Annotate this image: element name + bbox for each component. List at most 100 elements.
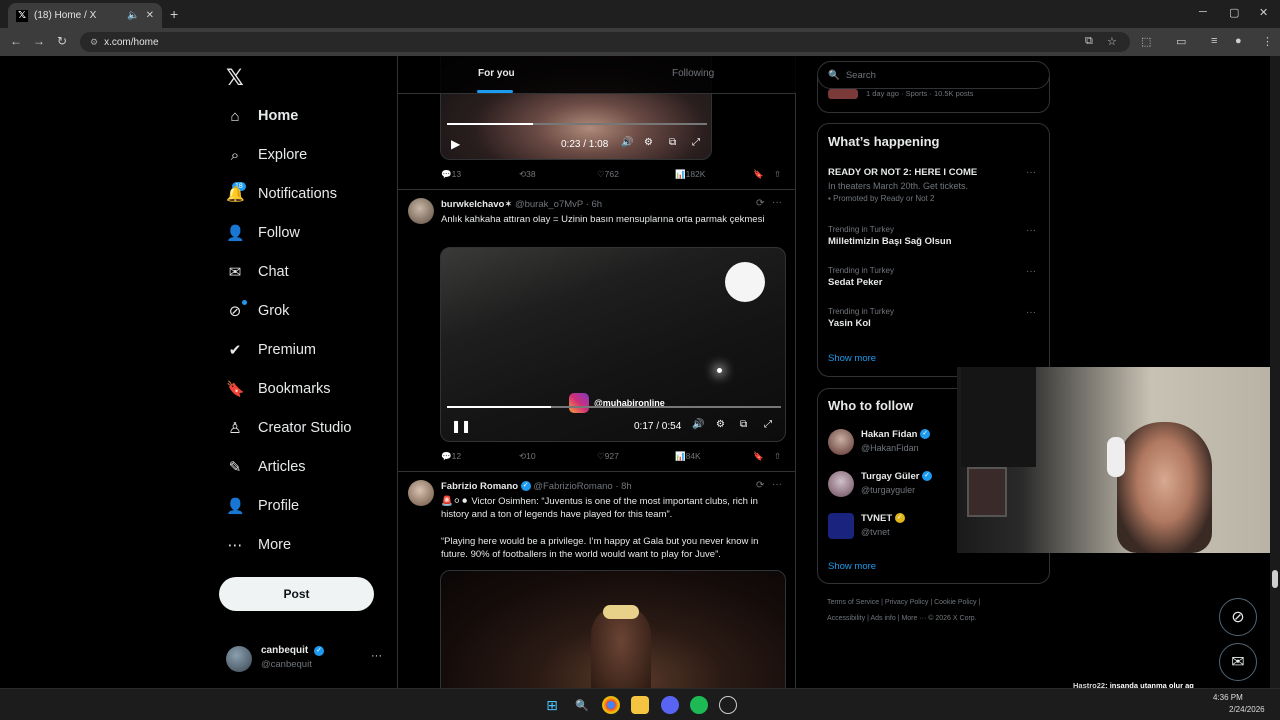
trend-item[interactable]: Trending in Turkey Sedat Peker ··· [828, 266, 1038, 288]
reply-button[interactable]: 💬 13 [441, 169, 461, 180]
views-button[interactable]: 📊 84K [675, 451, 701, 462]
tweet-avatar[interactable] [408, 480, 434, 506]
app-icon[interactable] [719, 696, 737, 714]
grok-explain-icon[interactable]: ⟳ [756, 480, 764, 491]
taskbar-search-icon[interactable]: 🔍 [573, 696, 591, 714]
play-icon[interactable]: ▶ [451, 137, 460, 151]
tweet-more-icon[interactable]: ··· [772, 479, 782, 490]
settings-icon[interactable]: ⚙ [716, 419, 725, 430]
nav-item-bookmarks[interactable]: 🔖 Bookmarks [226, 374, 331, 404]
x-logo-icon[interactable]: 𝕏 [226, 65, 244, 91]
tweet-time[interactable]: · 6h [586, 199, 602, 210]
video-progress-bar[interactable] [447, 406, 781, 408]
pip-icon[interactable]: ⧉ [669, 137, 676, 148]
fullscreen-icon[interactable]: ⤢ [764, 419, 772, 430]
reload-icon[interactable]: ↻ [57, 34, 67, 48]
clock-time[interactable]: 4:36 PM [1213, 693, 1243, 702]
trend-item[interactable]: Trending in Turkey Milletimizin Başı Sağ… [828, 225, 1038, 247]
forward-icon[interactable]: → [33, 34, 45, 48]
nav-item-explore[interactable]: ⌕ Explore [226, 140, 307, 170]
nav-item-chat[interactable]: ✉ Chat [226, 257, 289, 287]
tweet-author-handle[interactable]: @burak_o7MvP [515, 199, 583, 210]
file-explorer-icon[interactable] [631, 696, 649, 714]
pip-icon[interactable]: ⧉ [740, 419, 747, 430]
grok-explain-icon[interactable]: ⟳ [756, 198, 764, 209]
browser-menu-icon[interactable]: ⋮ [1262, 35, 1273, 48]
trend-item[interactable]: READY OR NOT 2: HERE I COME In theaters … [828, 167, 1038, 203]
trend-item[interactable]: Trending in Turkey Yasin Kol ··· [828, 307, 1038, 329]
speaker-icon[interactable]: 🔈 [127, 10, 139, 21]
media-icon[interactable]: ≡ [1211, 35, 1217, 47]
repost-button[interactable]: ⟲ 38 [519, 169, 536, 180]
maximize-button[interactable]: ▢ [1229, 6, 1239, 19]
trend-more-icon[interactable]: ··· [1026, 225, 1036, 236]
nav-item-follow[interactable]: 👤 Follow [226, 218, 300, 248]
browser-tab[interactable]: 𝕏 (18) Home / X 🔈 ✕ [8, 3, 162, 28]
back-icon[interactable]: ← [10, 34, 22, 48]
scrollbar-thumb[interactable] [1272, 570, 1278, 588]
follow-show-more-link[interactable]: Show more [828, 561, 876, 572]
trend-more-icon[interactable]: ··· [1026, 266, 1036, 277]
grok-fab-icon[interactable]: ⊘ [1219, 598, 1257, 636]
nav-item-premium[interactable]: ✔ Premium [226, 335, 316, 365]
extensions-icon[interactable]: ⬚ [1141, 35, 1151, 48]
nav-item-profile[interactable]: 👤 Profile [226, 491, 299, 521]
close-window-button[interactable]: ✕ [1259, 6, 1268, 19]
tab-close-icon[interactable]: ✕ [146, 10, 154, 21]
tweet-video[interactable]: @muhabironline ❚❚ 0:17 / 0:54 🔊 ⚙ ⧉ ⤢ [440, 247, 786, 442]
account-more-icon[interactable]: ··· [371, 650, 382, 662]
trend-more-icon[interactable]: ··· [1026, 307, 1036, 318]
site-info-icon[interactable]: ⚙ [90, 37, 98, 48]
bookmark-icon[interactable]: 🔖 [753, 169, 764, 180]
tweet-image[interactable] [440, 570, 786, 688]
nav-item-home[interactable]: ⌂ Home [226, 101, 298, 131]
nav-item-grok[interactable]: ⊘ Grok [226, 296, 290, 326]
volume-icon[interactable]: 🔊 [621, 137, 633, 148]
volume-icon[interactable]: 🔊 [692, 419, 704, 430]
bookmark-icon[interactable]: 🔖 [753, 451, 764, 462]
follow-suggestion[interactable]: Turgay Güler ✓ @turgayguler [828, 471, 958, 499]
post-button[interactable]: Post [219, 577, 374, 611]
footer-links[interactable]: Accessibility | Ads info | More ··· © 20… [827, 615, 977, 622]
views-button[interactable]: 📊 182K [675, 169, 705, 180]
repost-button[interactable]: ⟲ 10 [519, 451, 536, 462]
pause-icon[interactable]: ❚❚ [451, 419, 471, 433]
follow-suggestion[interactable]: TVNET ✓ @tvnet [828, 513, 958, 541]
trends-show-more-link[interactable]: Show more [828, 353, 876, 364]
address-bar[interactable]: ⚙ x.com/home [80, 32, 1130, 52]
minimize-button[interactable]: ─ [1199, 6, 1207, 18]
nav-item-articles[interactable]: ✎ Articles [226, 452, 306, 482]
like-button[interactable]: ♡ 762 [597, 169, 619, 180]
nav-item-creator-studio[interactable]: ♙ Creator Studio [226, 413, 351, 443]
bookmark-star-icon[interactable]: ☆ [1107, 35, 1117, 48]
split-view-icon[interactable]: ▭ [1176, 35, 1186, 48]
fullscreen-icon[interactable]: ⤢ [692, 137, 700, 148]
trend-more-icon[interactable]: ··· [1026, 167, 1036, 178]
messages-fab-icon[interactable]: ✉ [1219, 643, 1257, 681]
chrome-icon[interactable] [602, 696, 620, 714]
tweet-avatar[interactable] [408, 198, 434, 224]
nav-item-notifications[interactable]: 🔔 Notifications [226, 179, 337, 209]
page-scrollbar[interactable] [1270, 56, 1280, 688]
spotify-icon[interactable] [690, 696, 708, 714]
tweet-time[interactable]: · 8h [615, 481, 631, 492]
nav-item-more[interactable]: ⋯ More [226, 530, 292, 560]
account-switcher[interactable]: canbequit ✓ @canbequit ··· [226, 642, 386, 676]
tab-for-you[interactable]: For you [478, 68, 515, 79]
clock-date[interactable]: 2/24/2026 [1229, 705, 1265, 714]
tweet-more-icon[interactable]: ··· [772, 197, 782, 208]
tweet-author-name[interactable]: burwkelchavo✶ [441, 199, 512, 210]
tab-following[interactable]: Following [672, 68, 714, 79]
video-progress-bar[interactable] [447, 123, 707, 125]
new-tab-button[interactable]: + [170, 6, 178, 22]
footer-links[interactable]: Terms of Service | Privacy Policy | Cook… [827, 599, 980, 606]
follow-suggestion[interactable]: Hakan Fidan ✓ @HakanFidan [828, 429, 958, 457]
tweet-author-handle[interactable]: @FabrizioRomano [533, 481, 612, 492]
windows-start-icon[interactable]: ⊞ [543, 696, 561, 714]
tweet-author-name[interactable]: Fabrizio Romano [441, 481, 518, 492]
like-button[interactable]: ♡ 927 [597, 451, 619, 462]
settings-icon[interactable]: ⚙ [644, 137, 653, 148]
profile-avatar-icon[interactable]: ● [1235, 35, 1242, 47]
discord-icon[interactable] [661, 696, 679, 714]
reply-button[interactable]: 💬 12 [441, 451, 461, 462]
